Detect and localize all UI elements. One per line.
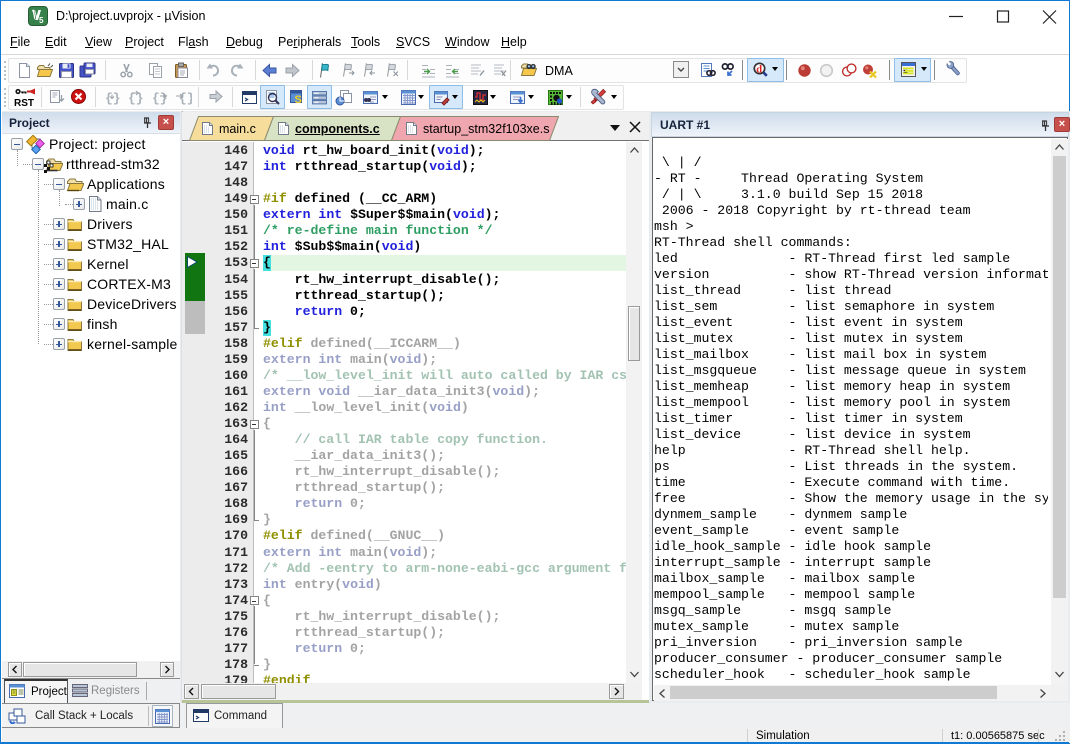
svg-text:{}: {} [179, 91, 192, 106]
svg-text:RST: RST [14, 98, 34, 109]
svg-text:S: S [295, 94, 302, 106]
svg-text:{}: {} [152, 91, 168, 106]
svg-text:5: 5 [39, 16, 44, 25]
svg-text:d: d [756, 65, 762, 76]
svg-text:{}: {} [105, 91, 121, 106]
